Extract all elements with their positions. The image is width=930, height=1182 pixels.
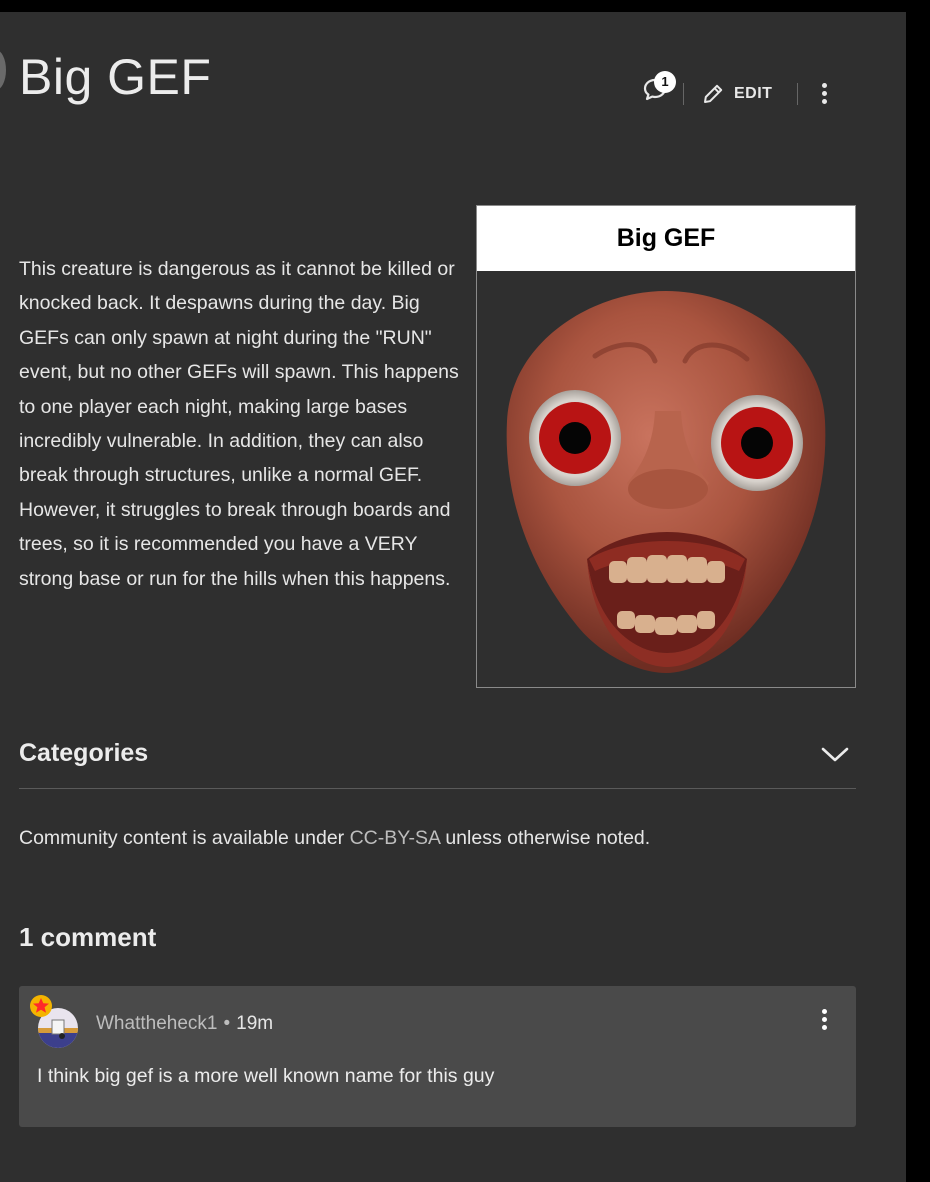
creature-image: [506, 291, 826, 673]
license-suffix: unless otherwise noted.: [439, 827, 651, 849]
more-vertical-icon[interactable]: [812, 80, 836, 110]
toolbar-divider: [797, 83, 798, 105]
categories-toggle[interactable]: Categories: [19, 730, 856, 789]
page-title: Big GEF: [19, 49, 212, 105]
pencil-icon: [704, 84, 723, 103]
article-page: Big GEF 1 EDIT This creature is dangerou…: [0, 12, 906, 1182]
meta-separator: •: [223, 1013, 231, 1034]
comments-heading: 1 comment: [19, 922, 157, 952]
article-body: This creature is dangerous as it cannot …: [19, 258, 459, 590]
star-badge-icon: [30, 995, 52, 1017]
comment-card: Whattheheck1 • 19m I think big gef is a mo…: [19, 986, 856, 1127]
infobox: Big GEF: [476, 205, 856, 688]
comment-text: I think big gef is a more well known nam…: [37, 1065, 495, 1087]
edit-label: EDIT: [734, 85, 773, 102]
collapsed-panel-edge[interactable]: [0, 50, 6, 90]
infobox-title: Big GEF: [477, 206, 855, 271]
categories-label: Categories: [19, 739, 149, 767]
toolbar-divider: [683, 83, 684, 105]
license-link[interactable]: CC-BY-SA: [350, 827, 440, 849]
chevron-down-icon: [821, 747, 849, 762]
comment-time: 19m: [236, 1013, 274, 1034]
comment-count-badge: 1: [654, 71, 676, 93]
comment-meta: Whattheheck1 • 19m: [96, 1013, 273, 1035]
license-notice: Community content is available under CC-…: [19, 827, 650, 850]
edit-button[interactable]: EDIT: [700, 80, 772, 108]
license-prefix: Community content is available under: [19, 827, 350, 849]
comments-button[interactable]: 1: [640, 68, 682, 108]
comment-author[interactable]: Whattheheck1: [96, 1013, 217, 1034]
comment-more-icon[interactable]: [816, 1006, 832, 1036]
